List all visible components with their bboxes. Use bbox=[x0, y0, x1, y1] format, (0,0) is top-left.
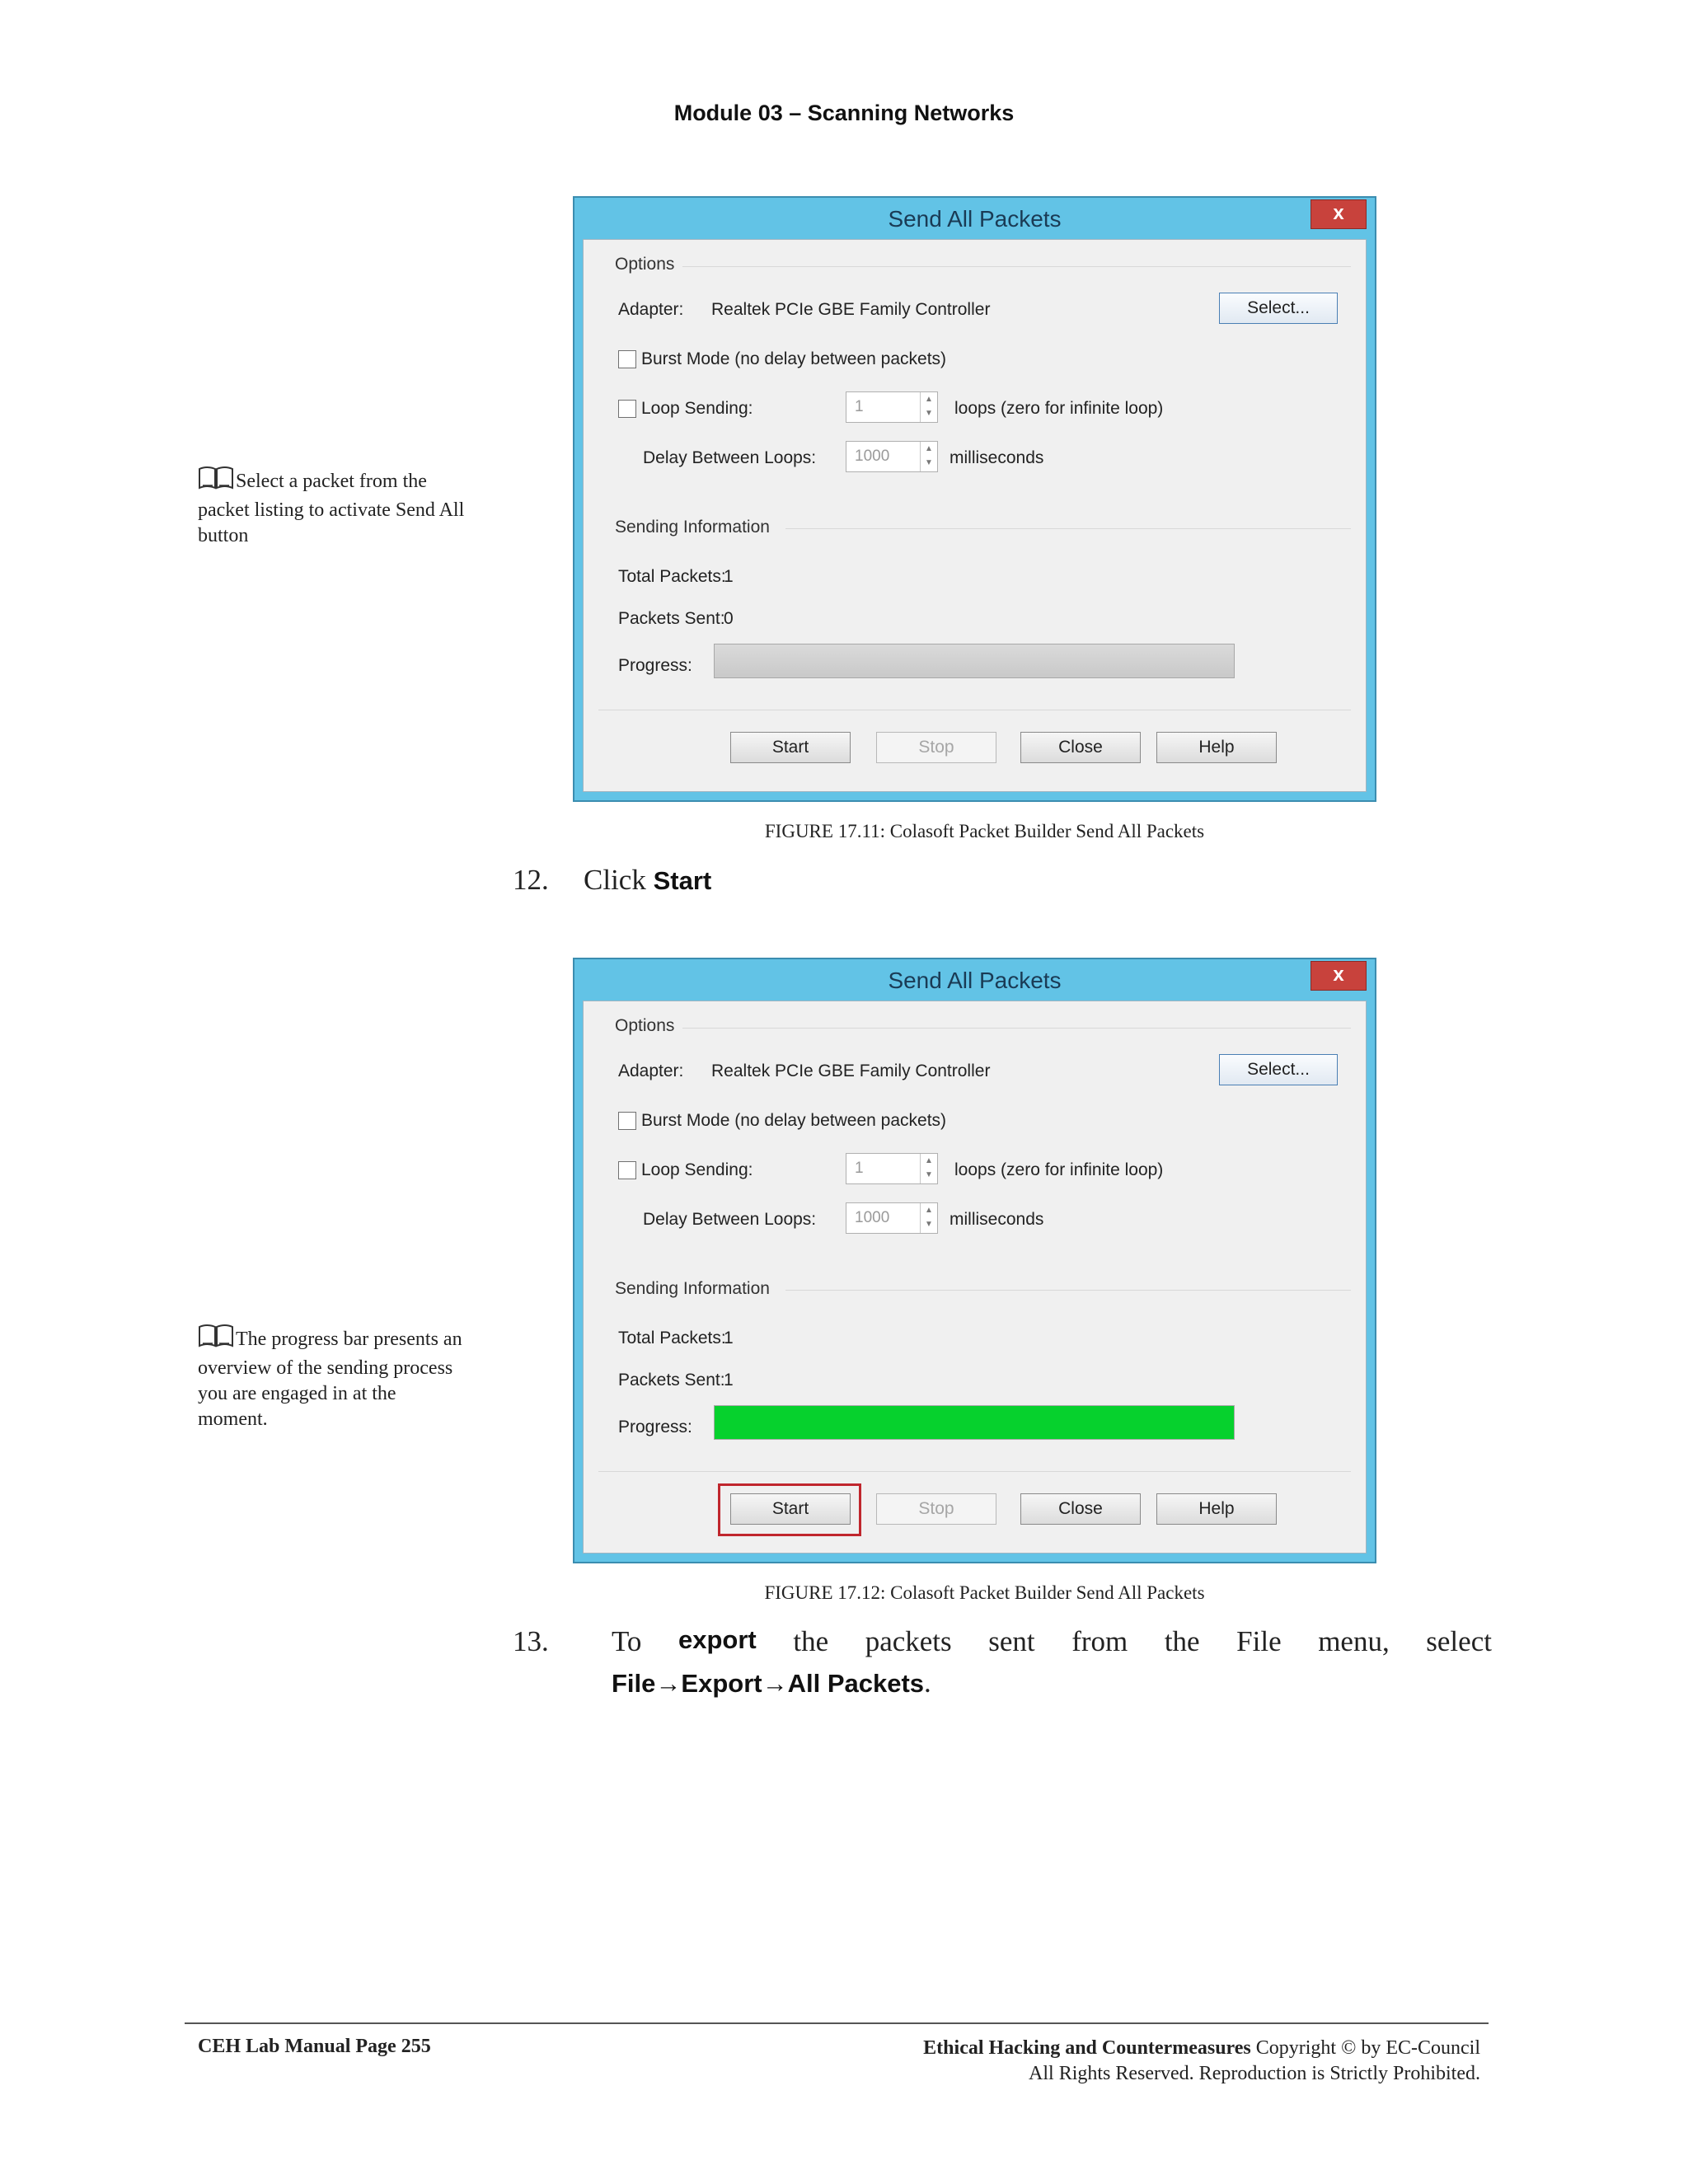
packets-sent-label: Packets Sent: bbox=[618, 1371, 725, 1390]
close-icon: x bbox=[1333, 963, 1344, 986]
packets-sent-label: Packets Sent: bbox=[618, 609, 725, 628]
figure-caption-17-12: FIGURE 17.12: Colasoft Packet Builder Se… bbox=[764, 1582, 1205, 1603]
help-button[interactable]: Help bbox=[1156, 732, 1277, 763]
loop-sending-label: Loop Sending: bbox=[641, 1160, 753, 1179]
step-13: 13. To export the packets sent from the … bbox=[0, 1625, 1688, 1708]
delay-stepper[interactable]: 1000 ▲ ▼ bbox=[846, 441, 938, 472]
spin-arrows-icon[interactable]: ▲ ▼ bbox=[920, 442, 937, 471]
options-separator bbox=[682, 1028, 1351, 1029]
sending-info-label: Sending Information bbox=[615, 518, 770, 537]
footer-divider bbox=[185, 2022, 1489, 2024]
loop-sending-checkbox[interactable] bbox=[618, 1161, 636, 1179]
dialog-title: Send All Packets bbox=[888, 968, 1062, 993]
book-icon bbox=[198, 466, 234, 498]
progress-label: Progress: bbox=[618, 1418, 692, 1436]
start-button[interactable]: Start bbox=[730, 1493, 851, 1525]
stop-button[interactable]: Stop bbox=[876, 1493, 996, 1525]
delay-suffix: milliseconds bbox=[950, 448, 1044, 467]
total-packets-label: Total Packets: bbox=[618, 567, 726, 586]
delay-suffix: milliseconds bbox=[950, 1210, 1044, 1229]
burst-mode-checkbox[interactable] bbox=[618, 1112, 636, 1130]
loop-suffix: loops (zero for infinite loop) bbox=[954, 1160, 1164, 1179]
loop-suffix: loops (zero for infinite loop) bbox=[954, 399, 1164, 418]
close-window-button[interactable]: x bbox=[1311, 961, 1367, 991]
delay-label: Delay Between Loops: bbox=[643, 1210, 817, 1229]
select-adapter-button[interactable]: Select... bbox=[1219, 293, 1338, 324]
options-group-label: Options bbox=[615, 255, 675, 274]
loop-sending-checkbox[interactable] bbox=[618, 400, 636, 418]
loop-count-stepper[interactable]: 1 ▲ ▼ bbox=[846, 391, 938, 423]
total-packets-label: Total Packets: bbox=[618, 1329, 726, 1347]
step-number: 12. bbox=[513, 864, 549, 896]
progress-bar bbox=[714, 644, 1235, 678]
arrow-icon: → bbox=[655, 1669, 682, 1698]
help-button[interactable]: Help bbox=[1156, 1493, 1277, 1525]
progress-fill bbox=[715, 1406, 1234, 1439]
close-icon: x bbox=[1333, 202, 1344, 224]
dialog-titlebar: Send All Packets x bbox=[574, 198, 1375, 239]
step-number: 13. bbox=[513, 1625, 549, 1657]
step-keyword: Start bbox=[653, 866, 712, 895]
adapter-label: Adapter: bbox=[618, 1062, 684, 1080]
stop-button[interactable]: Stop bbox=[876, 732, 996, 763]
packets-sent-value: 1 bbox=[724, 1371, 734, 1390]
adapter-value: Realtek PCIe GBE Family Controller bbox=[711, 1062, 991, 1080]
close-window-button[interactable]: x bbox=[1311, 199, 1367, 229]
sending-info-label: Sending Information bbox=[615, 1279, 770, 1298]
loop-sending-label: Loop Sending: bbox=[641, 399, 753, 418]
total-packets-value: 1 bbox=[724, 567, 734, 586]
send-all-packets-dialog-1: Send All Packets x Options Adapter: Real… bbox=[573, 196, 1376, 802]
module-header: Module 03 – Scanning Networks bbox=[673, 101, 1015, 125]
close-button[interactable]: Close bbox=[1020, 732, 1141, 763]
burst-mode-label: Burst Mode (no delay between packets) bbox=[641, 349, 947, 368]
send-all-packets-dialog-2: Send All Packets x Options Adapter: Real… bbox=[573, 958, 1376, 1563]
select-adapter-button[interactable]: Select... bbox=[1219, 1054, 1338, 1085]
burst-mode-label: Burst Mode (no delay between packets) bbox=[641, 1111, 947, 1130]
step-keyword: export bbox=[678, 1625, 757, 1654]
spin-arrows-icon[interactable]: ▲ ▼ bbox=[920, 1203, 937, 1233]
options-separator bbox=[682, 266, 1351, 267]
adapter-label: Adapter: bbox=[618, 300, 684, 319]
dialog-client: Options Adapter: Realtek PCIe GBE Family… bbox=[583, 239, 1367, 792]
footer-page-label: CEH Lab Manual Page 255 bbox=[198, 2036, 431, 2057]
dialog-titlebar: Send All Packets x bbox=[574, 959, 1375, 1001]
spin-arrows-icon[interactable]: ▲ ▼ bbox=[920, 392, 937, 422]
burst-mode-checkbox[interactable] bbox=[618, 350, 636, 368]
sidenote-progress-bar: The progress bar presents an overview of… bbox=[198, 1324, 470, 1432]
spin-arrows-icon[interactable]: ▲ ▼ bbox=[920, 1154, 937, 1183]
delay-label: Delay Between Loops: bbox=[643, 448, 817, 467]
close-button[interactable]: Close bbox=[1020, 1493, 1141, 1525]
arrow-icon: → bbox=[762, 1669, 788, 1698]
packets-sent-value: 0 bbox=[724, 609, 734, 628]
total-packets-value: 1 bbox=[724, 1329, 734, 1347]
book-icon bbox=[198, 1324, 234, 1356]
options-group-label: Options bbox=[615, 1016, 675, 1035]
sidenote-select-packet: Select a packet from the packet listing … bbox=[198, 466, 470, 549]
adapter-value: Realtek PCIe GBE Family Controller bbox=[711, 300, 991, 319]
delay-stepper[interactable]: 1000 ▲ ▼ bbox=[846, 1202, 938, 1234]
start-button[interactable]: Start bbox=[730, 732, 851, 763]
button-separator bbox=[598, 1471, 1351, 1472]
sending-separator bbox=[785, 528, 1351, 529]
footer-copyright: Ethical Hacking and Countermeasures Copy… bbox=[923, 2037, 1480, 2084]
step-13-line-1: To export the packets sent from the File… bbox=[612, 1625, 1492, 1657]
dialog-client: Options Adapter: Realtek PCIe GBE Family… bbox=[583, 1001, 1367, 1554]
sending-separator bbox=[785, 1290, 1351, 1291]
dialog-title: Send All Packets bbox=[888, 206, 1062, 232]
figure-caption-17-11: FIGURE 17.11: Colasoft Packet Builder Se… bbox=[764, 821, 1205, 841]
progress-label: Progress: bbox=[618, 656, 692, 675]
step-13-line-2: File→Export→All Packets. bbox=[612, 1666, 931, 1699]
loop-count-stepper[interactable]: 1 ▲ ▼ bbox=[846, 1153, 938, 1184]
progress-bar bbox=[714, 1405, 1235, 1440]
